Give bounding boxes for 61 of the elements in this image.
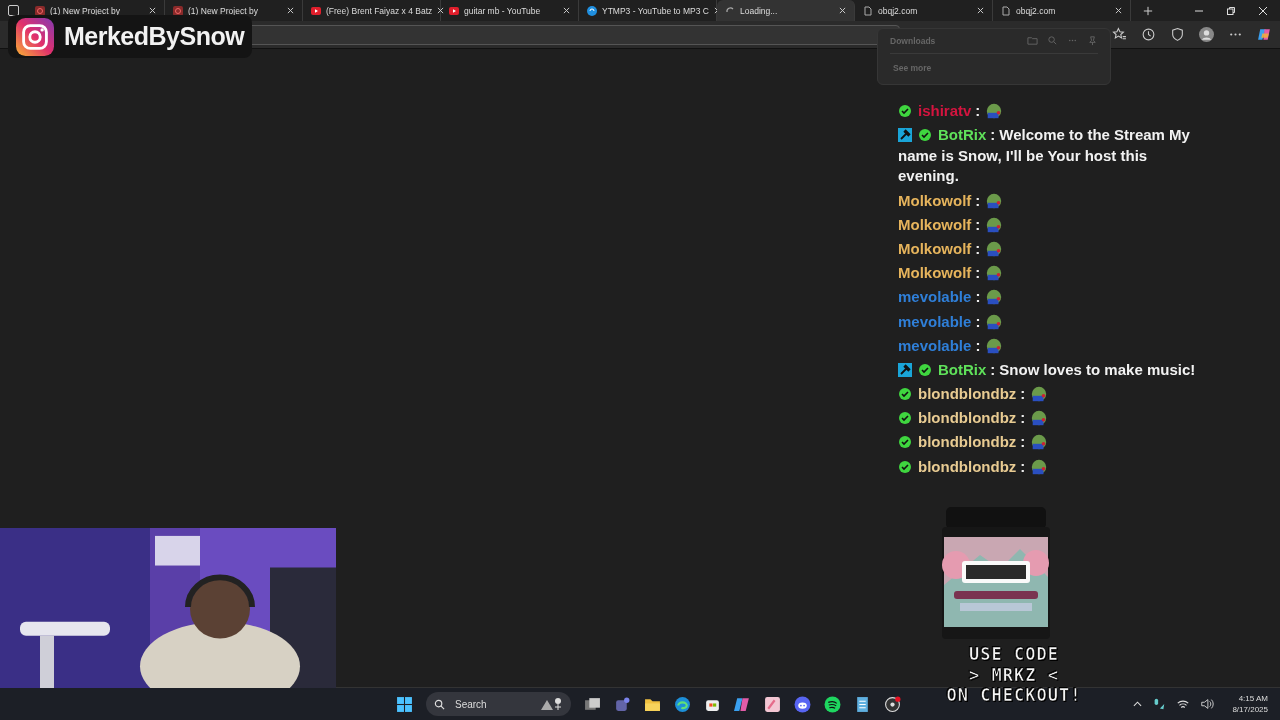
globe-icon <box>587 5 597 16</box>
assistant-icon[interactable] <box>1257 27 1272 42</box>
search-icon <box>434 698 445 710</box>
chat-message: Molkowolf : <box>895 261 1203 286</box>
chat-message: mevolable : <box>895 333 1203 359</box>
teams-icon[interactable] <box>614 695 631 713</box>
avatar-icon[interactable] <box>1199 27 1214 42</box>
history-icon[interactable] <box>1141 27 1156 42</box>
browser-tab[interactable]: Loading... <box>717 0 855 21</box>
close-tab-icon[interactable] <box>839 7 846 14</box>
page-icon <box>173 5 183 16</box>
new-tab-icon[interactable] <box>1143 5 1153 16</box>
chat-message: blondblondbz : <box>895 382 1203 407</box>
favorites-icon[interactable] <box>1112 27 1127 42</box>
shield-icon[interactable] <box>1170 27 1185 42</box>
play-icon <box>449 5 459 16</box>
recorder-icon[interactable] <box>884 695 901 713</box>
spotify-icon[interactable] <box>824 695 841 713</box>
chat-message: mevolable : <box>895 285 1203 310</box>
search-field[interactable]: Search <box>453 697 527 711</box>
play-icon <box>311 5 321 16</box>
chat-message: mevolable : <box>895 309 1203 334</box>
microphone-icon[interactable] <box>1152 697 1167 711</box>
file-icon <box>1001 5 1011 16</box>
close-tab-icon[interactable] <box>563 7 570 14</box>
chat-message: BotRix : Welcome to the Stream My name is Snow, I'll be Your host this evening. <box>897 125 1191 187</box>
restore-icon[interactable] <box>1226 5 1236 16</box>
close-tab-icon[interactable] <box>437 7 445 14</box>
chat-message: blondblondbz : <box>895 454 1203 480</box>
close-icon[interactable] <box>1258 5 1268 16</box>
close-tab-icon[interactable] <box>977 7 984 14</box>
promo-text: > MRKZ < <box>969 664 1059 685</box>
close-tab-icon[interactable] <box>287 7 294 14</box>
promo-text: USE CODE <box>969 644 1059 665</box>
promo-text: ON CHECKOUT! <box>946 685 1082 706</box>
close-tab-icon[interactable] <box>1115 7 1122 14</box>
chat-message: Molkowolf : <box>895 212 1203 238</box>
task-view-icon[interactable] <box>584 695 601 713</box>
page-icon <box>35 5 45 16</box>
volume-icon[interactable] <box>1200 697 1215 711</box>
chat-message: BotRix : Snow loves to make music! <box>895 358 1203 383</box>
downloads-title: Downloads <box>890 35 936 46</box>
chat-message: ishiratv : <box>895 99 1203 124</box>
taskbar-search[interactable]: Search <box>426 692 571 716</box>
channel-handle: MerkedBySnow <box>64 22 245 51</box>
chat-message: blondblondbz : <box>895 406 1203 431</box>
discord-icon[interactable] <box>794 695 811 713</box>
clock-time: 4:15 AM <box>1238 693 1268 704</box>
file-icon <box>863 5 873 16</box>
app-icon[interactable] <box>764 695 781 713</box>
close-tab-icon[interactable] <box>149 7 156 14</box>
notepad-icon[interactable] <box>854 695 871 713</box>
chevron-up-icon[interactable] <box>1133 701 1143 707</box>
search-highlight-icon <box>539 696 563 712</box>
chat-message: Molkowolf : <box>895 237 1203 262</box>
start-icon[interactable] <box>396 695 413 713</box>
chat-message: blondblondbz : <box>895 430 1203 455</box>
camera-logo-icon <box>16 17 54 56</box>
clock-date: 8/17/2025 <box>1232 704 1268 715</box>
chat-message: Molkowolf : <box>895 188 1203 213</box>
browser-icon[interactable] <box>674 695 691 713</box>
